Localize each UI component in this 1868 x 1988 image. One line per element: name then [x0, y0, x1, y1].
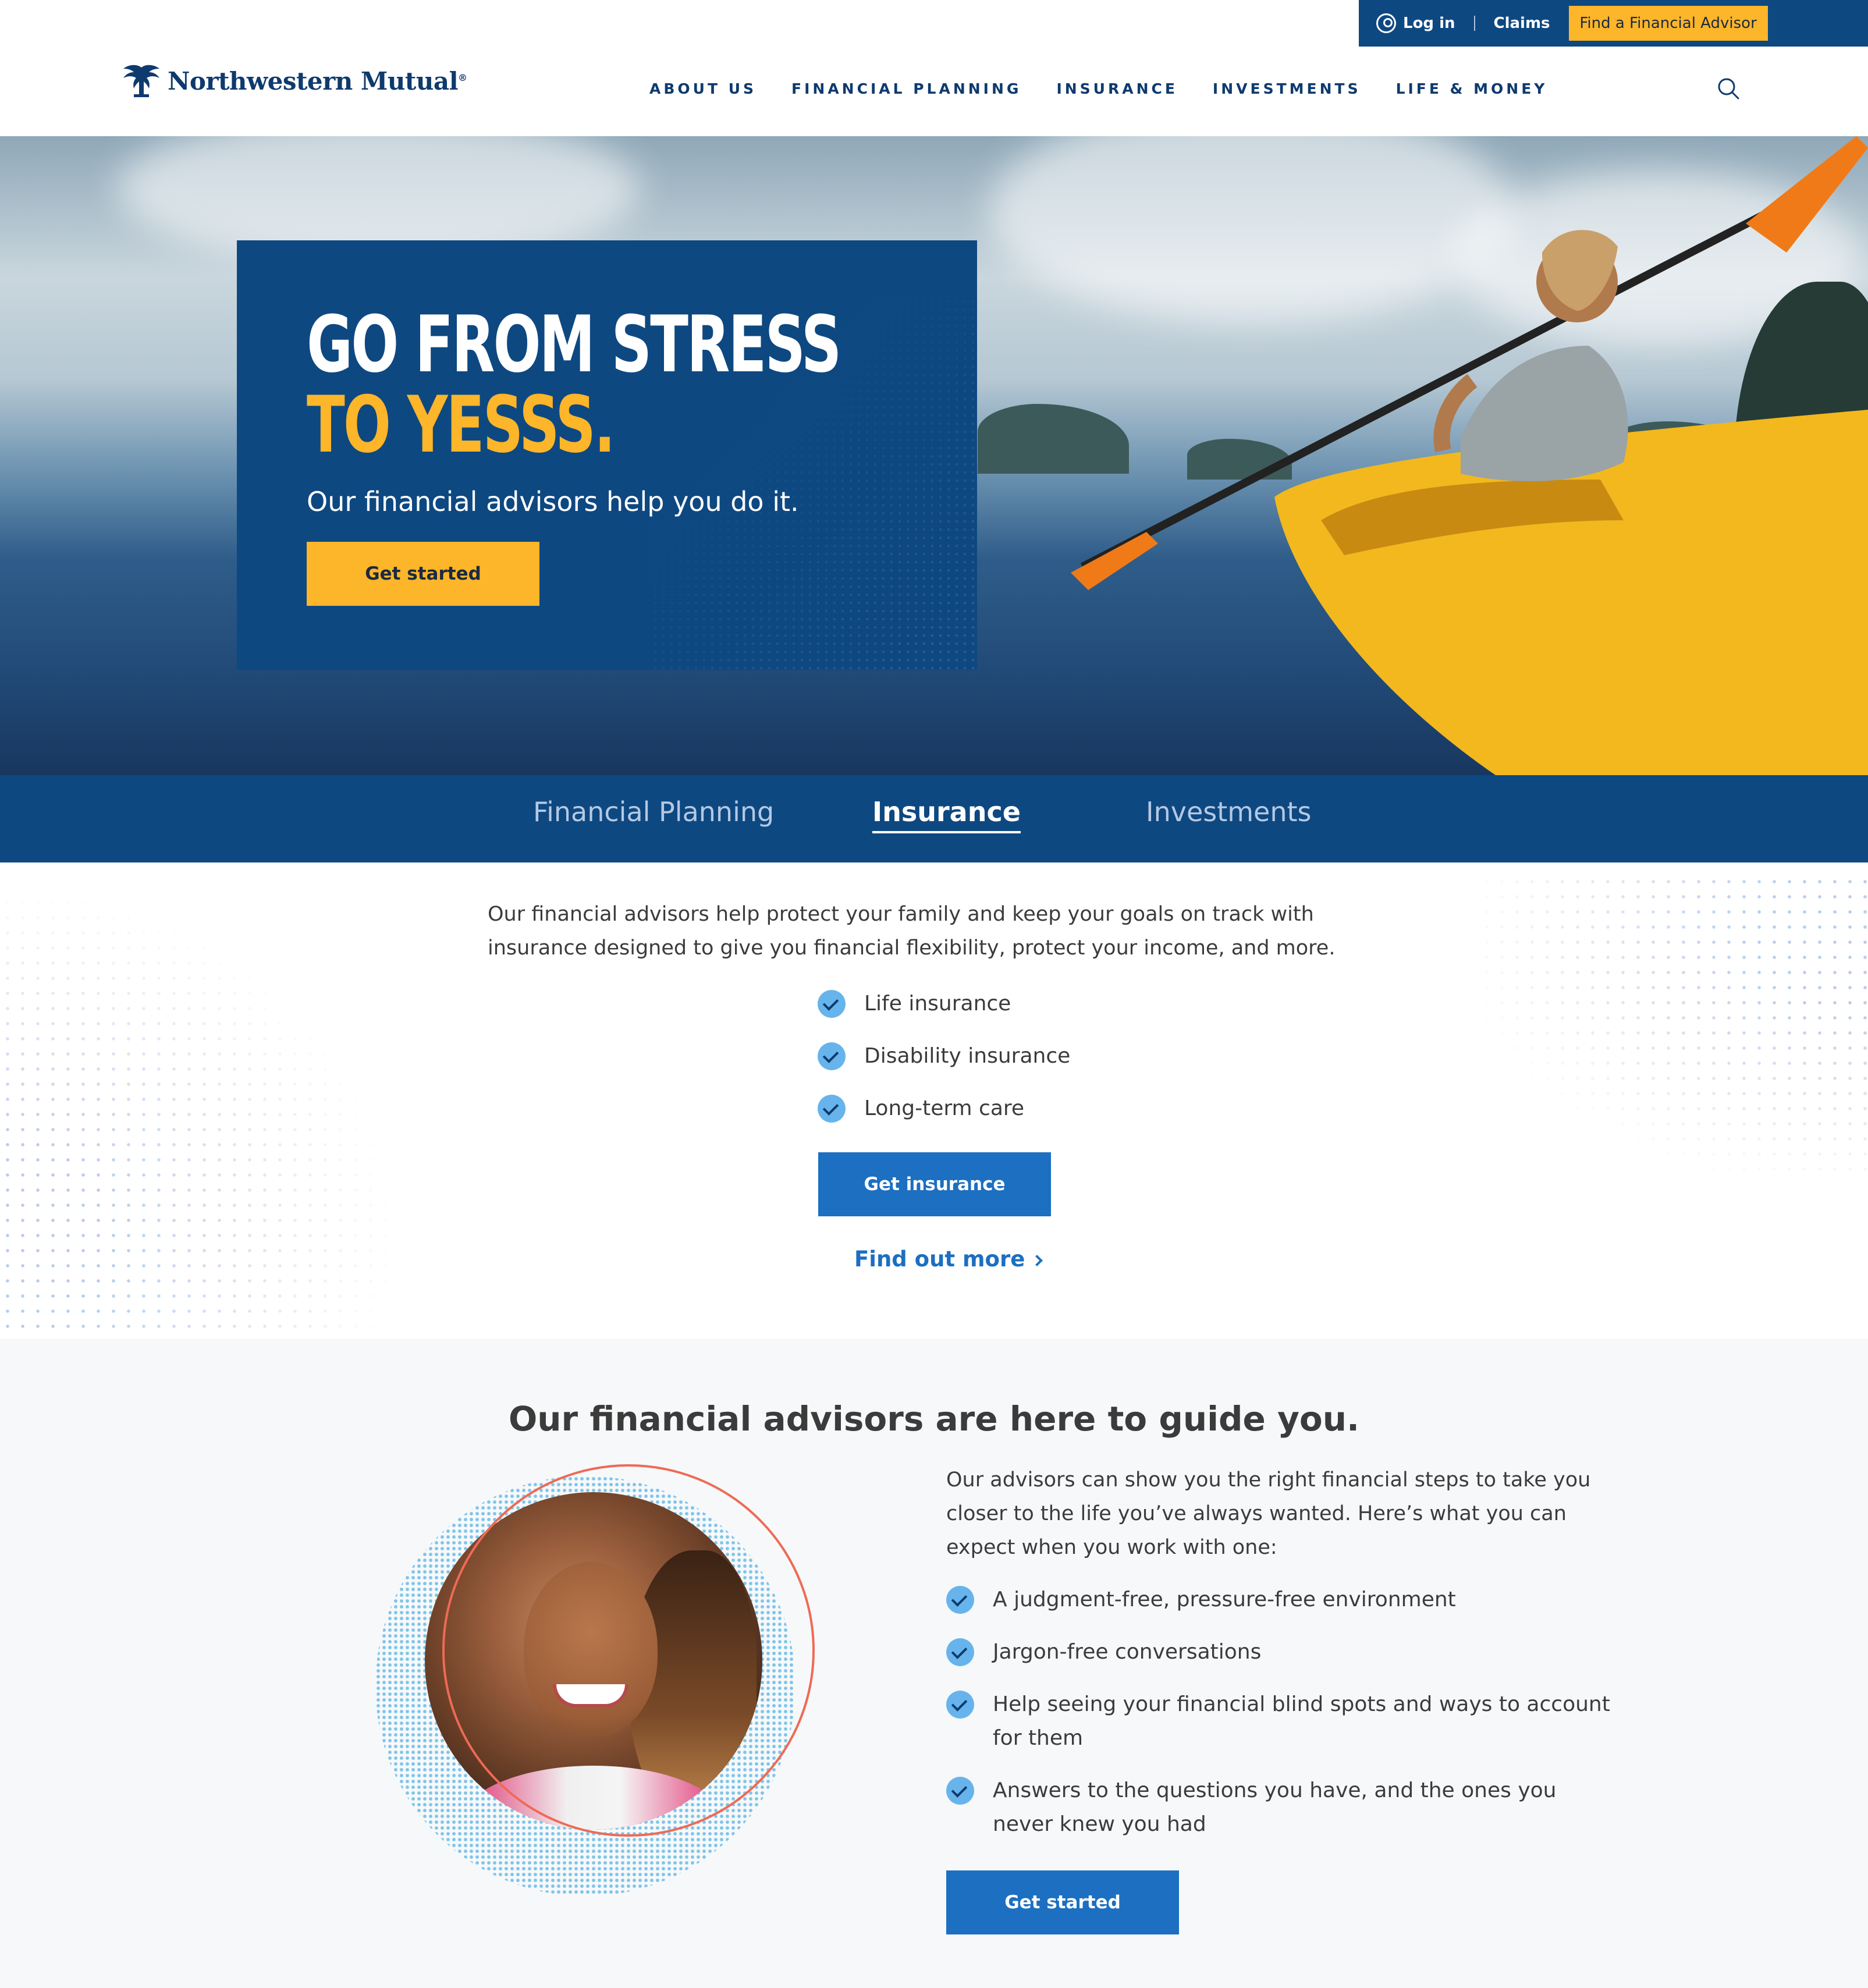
get-insurance-button[interactable]: Get insurance — [818, 1152, 1051, 1216]
list-item: A judgment-free, pressure-free environme… — [946, 1583, 1615, 1617]
list-item: Help seeing your financial blind spots a… — [946, 1688, 1615, 1755]
advisor-intro: Our advisors can show you the right fina… — [946, 1468, 1591, 1559]
hero-banner: GO FROM STRESS TO YESSS. Our financial a… — [0, 136, 1868, 775]
advisor-portrait — [375, 1464, 818, 1907]
search-icon[interactable] — [1717, 77, 1740, 100]
list-item: Jargon-free conversations — [946, 1635, 1615, 1669]
check-circle-icon — [818, 990, 846, 1018]
user-icon — [1376, 13, 1396, 33]
login-label: Log in — [1403, 15, 1455, 32]
site-header: Northwestern Mutual® ABOUT US FINANCIAL … — [0, 47, 1868, 136]
check-circle-icon — [946, 1691, 974, 1719]
nav-insurance[interactable]: INSURANCE — [1056, 80, 1177, 97]
brand-name: Northwestern Mutual® — [168, 66, 467, 95]
hero-title: GO FROM STRESS TO YESSS. — [307, 299, 841, 470]
portrait-ring — [442, 1464, 815, 1837]
list-item-label: Answers to the questions you have, and t… — [993, 1778, 1557, 1836]
kayak-illustration — [1071, 136, 1868, 775]
find-out-more-link[interactable]: Find out more — [854, 1247, 1043, 1272]
nav-about-us[interactable]: ABOUT US — [649, 80, 757, 97]
hero-title-line2: TO YESSS. — [307, 379, 616, 470]
list-item-label: Help seeing your financial blind spots a… — [993, 1692, 1610, 1750]
advisor-section: Our financial advisors are here to guide… — [0, 1339, 1868, 1988]
hero-get-started-button[interactable]: Get started — [307, 542, 539, 606]
tab-investments[interactable]: Investments — [1146, 796, 1312, 828]
list-item: Answers to the questions you have, and t… — [946, 1774, 1615, 1841]
eagle-logo-icon — [123, 65, 159, 97]
hero-title-line1: GO FROM STRESS — [307, 299, 841, 390]
check-circle-icon — [818, 1095, 846, 1123]
list-item: Disability insurance — [818, 1039, 1070, 1073]
insurance-panel: Our financial advisors help protect your… — [0, 862, 1868, 1339]
claims-link[interactable]: Claims — [1494, 15, 1550, 32]
find-out-more-label: Find out more — [854, 1247, 1025, 1272]
advisor-benefits-list: A judgment-free, pressure-free environme… — [946, 1583, 1615, 1860]
tab-insurance[interactable]: Insurance — [872, 796, 1021, 833]
list-item-label: Jargon-free conversations — [993, 1640, 1262, 1664]
advisor-section-title: Our financial advisors are here to guide… — [508, 1399, 1360, 1439]
insurance-intro: Our financial advisors help protect your… — [488, 903, 1336, 960]
main-nav: ABOUT US FINANCIAL PLANNING INSURANCE IN… — [649, 80, 1547, 97]
product-tabs: Financial Planning Insurance Investments — [0, 775, 1868, 862]
list-item: Long-term care — [818, 1092, 1070, 1126]
decorative-dots — [1449, 874, 1868, 1200]
list-item-label: Life insurance — [864, 992, 1011, 1016]
hero-subtitle: Our financial advisors help you do it. — [307, 486, 799, 517]
check-circle-icon — [946, 1777, 974, 1805]
decorative-dots — [0, 880, 407, 1334]
utility-bar: Log in Claims Find a Financial Advisor — [1359, 0, 1868, 47]
utility-divider — [1473, 16, 1475, 31]
list-item-label: A judgment-free, pressure-free environme… — [993, 1588, 1456, 1611]
hero-card: GO FROM STRESS TO YESSS. Our financial a… — [237, 240, 977, 670]
insurance-list: Life insurance Disability insurance Long… — [818, 987, 1070, 1144]
chevron-right-icon — [1031, 1254, 1043, 1266]
check-circle-icon — [818, 1042, 846, 1070]
advisor-get-started-button[interactable]: Get started — [946, 1870, 1179, 1934]
nav-life-and-money[interactable]: LIFE & MONEY — [1396, 80, 1548, 97]
find-advisor-button[interactable]: Find a Financial Advisor — [1568, 6, 1768, 41]
login-link[interactable]: Log in — [1376, 13, 1455, 33]
nav-financial-planning[interactable]: FINANCIAL PLANNING — [791, 80, 1021, 97]
list-item-label: Long-term care — [864, 1096, 1025, 1120]
list-item-label: Disability insurance — [864, 1044, 1071, 1068]
brand-logo[interactable]: Northwestern Mutual® — [121, 63, 467, 99]
tab-financial-planning[interactable]: Financial Planning — [533, 796, 774, 828]
check-circle-icon — [946, 1638, 974, 1666]
list-item: Life insurance — [818, 987, 1070, 1021]
check-circle-icon — [946, 1586, 974, 1614]
nav-investments[interactable]: INVESTMENTS — [1213, 80, 1361, 97]
